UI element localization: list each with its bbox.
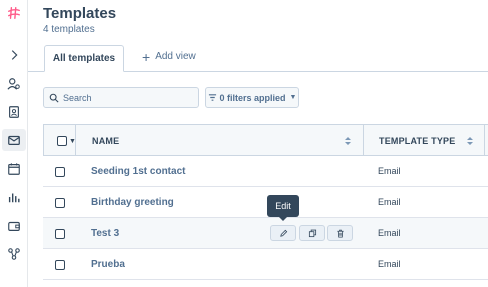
template-name-link[interactable]: Seeding 1st contact [91, 166, 185, 177]
address-book-icon[interactable] [4, 102, 24, 122]
sort-icon[interactable] [344, 134, 352, 146]
template-type: Email [378, 197, 401, 207]
template-name-link[interactable]: Prueba [91, 259, 125, 270]
table-row[interactable]: Seeding 1st contact Email [43, 156, 488, 187]
edit-tooltip: Edit [267, 195, 299, 221]
sidebar [0, 0, 28, 287]
template-type: Email [378, 228, 401, 238]
column-header-name[interactable]: NAME [92, 136, 119, 146]
caret-down-icon: ▼ [289, 94, 297, 101]
column-separator [75, 125, 76, 156]
filters-label: 0 filters applied [219, 92, 286, 103]
copy-icon [308, 229, 316, 237]
table-row[interactable]: Prueba Email [43, 249, 488, 280]
search-icon [49, 93, 59, 103]
add-view-label: Add view [155, 51, 196, 62]
template-count: 4 templates [43, 24, 95, 35]
row-checkbox[interactable] [55, 167, 65, 177]
column-header-template-type[interactable]: TEMPLATE TYPE [379, 136, 455, 146]
wallet-icon[interactable] [4, 216, 24, 236]
logo-icon[interactable] [4, 3, 24, 23]
template-name-link[interactable]: Birthday greeting [91, 197, 174, 208]
table-header: ▼ NAME TEMPLATE TYPE [43, 124, 488, 156]
table-row[interactable]: Birthday greeting Email [43, 187, 488, 218]
search-box[interactable] [43, 87, 199, 108]
column-separator [363, 125, 364, 156]
chevron-right-icon[interactable] [4, 45, 24, 65]
column-separator [484, 125, 485, 156]
row-checkbox[interactable] [55, 229, 65, 239]
tab-all-templates[interactable]: All templates [44, 45, 124, 72]
select-all-checkbox[interactable]: ▼ [57, 136, 76, 146]
contacts-icon[interactable] [4, 74, 24, 94]
table-row[interactable]: Test 3 Email [43, 218, 488, 249]
workflow-icon[interactable] [4, 244, 24, 264]
row-checkbox[interactable] [55, 260, 65, 270]
template-name-link[interactable]: Test 3 [91, 228, 119, 239]
add-view-button[interactable]: + Add view [142, 48, 196, 65]
template-type: Email [378, 259, 401, 269]
clone-button[interactable] [299, 225, 325, 241]
reports-icon[interactable] [4, 187, 24, 207]
template-type: Email [378, 166, 401, 176]
sort-icon[interactable] [466, 134, 474, 146]
plus-icon: + [142, 48, 151, 65]
checkbox[interactable] [57, 136, 67, 146]
trash-icon [336, 229, 344, 238]
filters-button[interactable]: 0 filters applied ▼ [205, 87, 299, 108]
calendar-icon[interactable] [4, 159, 24, 179]
email-icon[interactable] [2, 129, 26, 151]
page-title: Templates [43, 5, 117, 22]
pencil-icon [279, 229, 287, 237]
search-input[interactable] [63, 92, 193, 103]
edit-button[interactable] [270, 225, 296, 241]
filter-icon [208, 94, 216, 101]
delete-button[interactable] [327, 225, 353, 241]
row-checkbox[interactable] [55, 198, 65, 208]
